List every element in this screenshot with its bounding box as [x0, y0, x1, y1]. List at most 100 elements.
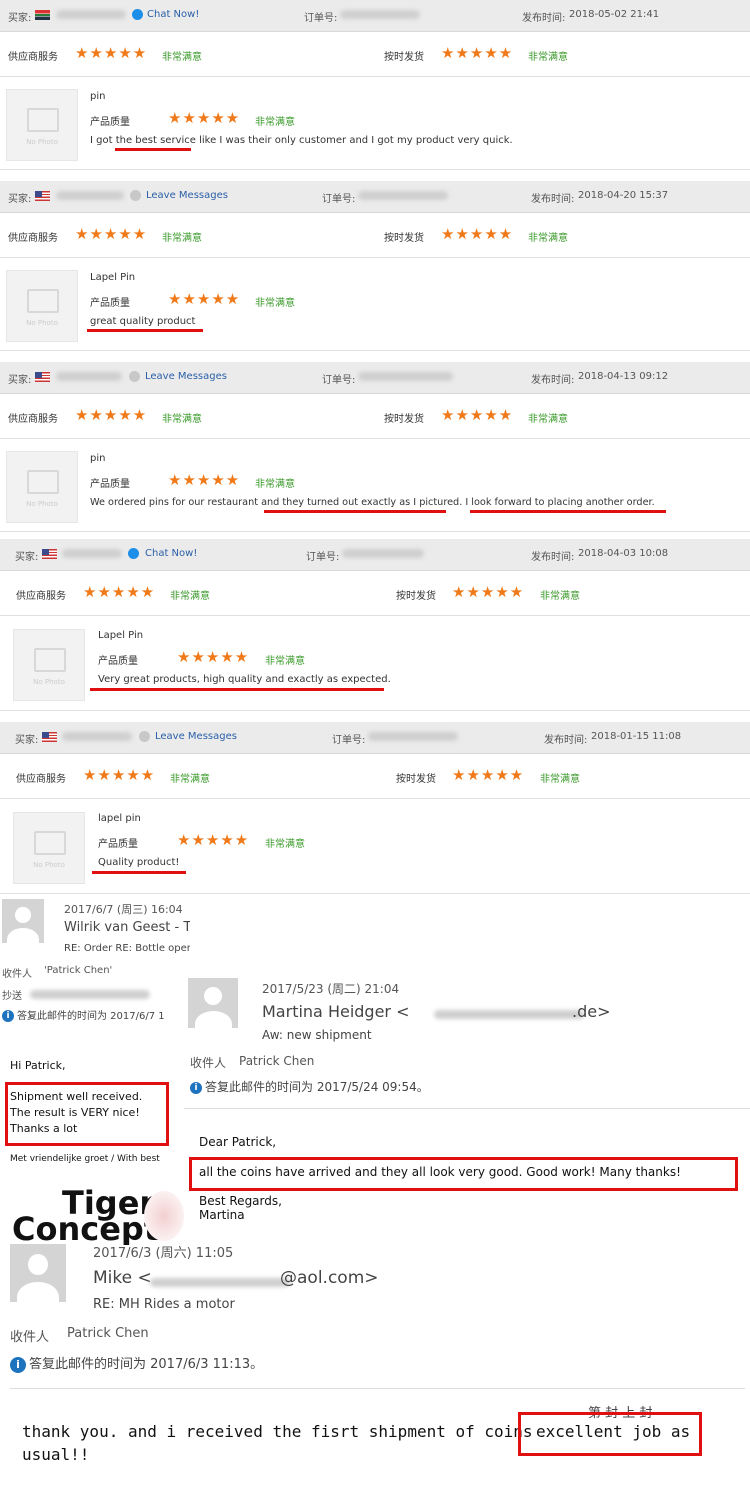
review-card: 买家: Leave Messages 订单号: 发布时间: 2018-04-13… — [0, 362, 750, 532]
reply-info: i 答复此邮件的时间为 2017/5/24 09:54。 — [190, 1078, 429, 1095]
product-row: No Photo pin 产品质量 ★★★★★ 非常满意 I got the b… — [0, 77, 750, 170]
buyer-label: 买家: — [8, 375, 32, 386]
to-recipient: Patrick Chen — [239, 1054, 315, 1068]
email-greeting: Dear Patrick, — [199, 1135, 277, 1149]
review-header: 买家: Chat Now! 订单号: 发布时间: 2018-04-03 10:0… — [0, 539, 750, 571]
email-date: 2017/6/7 (周三) 16:04 — [64, 903, 183, 916]
review-card: 买家: Chat Now! 订单号: 发布时间: 2018-05-02 21:4… — [0, 0, 750, 170]
flag-icon — [35, 10, 50, 20]
star-rating: ★★★★★ — [177, 648, 250, 666]
no-photo-placeholder: No Photo — [13, 812, 85, 884]
product-name[interactable]: Lapel Pin — [90, 272, 135, 283]
star-rating: ★★★★★ — [177, 831, 250, 849]
star-rating: ★★★★★ — [83, 583, 156, 601]
review-date: 2018-01-15 11:08 — [591, 731, 682, 742]
quality-label: 产品质量 — [98, 839, 138, 850]
no-photo-caption: No Photo — [26, 500, 58, 508]
rating-row: 供应商服务 ★★★★★ 非常满意 按时发货 ★★★★★ 非常满意 — [0, 394, 750, 439]
sender-avatar — [2, 899, 44, 943]
date-label: 发布时间: — [531, 375, 575, 386]
highlight-box — [518, 1412, 702, 1456]
reply-info: i 答复此邮件的时间为 2017/6/3 11:13。 — [10, 1353, 263, 1373]
highlight-underline — [87, 329, 203, 332]
review-card: 买家: Chat Now! 订单号: 发布时间: 2018-04-03 10:0… — [0, 539, 750, 711]
highlight-underline — [115, 148, 191, 151]
order-label: 订单号: — [304, 13, 338, 24]
rating-row: 供应商服务 ★★★★★ 非常满意 按时发货 ★★★★★ 非常满意 — [0, 754, 750, 799]
leave-messages-link[interactable]: Leave Messages — [155, 731, 237, 742]
supplier-service-label: 供应商服务 — [8, 52, 58, 63]
email-subject: RE: Order RE: Bottle opener - 2017053500 — [64, 943, 190, 954]
divider — [184, 1108, 750, 1109]
message-icon — [130, 190, 141, 201]
email-sender: Wilrik van Geest - Tiger Concept - < — [64, 920, 190, 935]
review-header: 买家: Chat Now! 订单号: 发布时间: 2018-05-02 21:4… — [0, 0, 750, 32]
review-card: 买家: Leave Messages 订单号: 发布时间: 2018-01-15… — [0, 722, 750, 894]
star-rating: ★★★★★ — [441, 406, 514, 424]
buyer-name-redacted — [56, 191, 124, 200]
to-label: 收件人 — [2, 969, 32, 980]
star-rating: ★★★★★ — [168, 109, 241, 127]
rating-text: 非常满意 — [162, 52, 202, 63]
review-header: 买家: Leave Messages 订单号: 发布时间: 2018-04-13… — [0, 362, 750, 394]
sender-email-redacted — [434, 1010, 584, 1019]
quality-label: 产品质量 — [98, 656, 138, 667]
order-number-redacted — [340, 10, 420, 19]
order-number-redacted — [368, 732, 458, 741]
email-wilrik: 2017/6/7 (周三) 16:04 Wilrik van Geest - T… — [0, 895, 190, 1245]
reply-time: 答复此邮件的时间为 2017/6/7 1 — [17, 1011, 165, 1022]
review-date: 2018-04-13 09:12 — [578, 371, 669, 382]
highlight-underline — [92, 871, 186, 874]
sender-avatar — [10, 1244, 66, 1302]
flag-icon — [35, 191, 50, 201]
leave-messages-link[interactable]: Leave Messages — [146, 190, 228, 201]
flag-icon — [35, 372, 50, 382]
email-signature: Best Regards, — [199, 1194, 282, 1208]
highlight-box — [5, 1082, 169, 1146]
info-icon: i — [2, 1010, 14, 1022]
flag-icon — [42, 549, 57, 559]
chat-icon — [128, 548, 139, 559]
sender-avatar — [188, 978, 238, 1028]
product-row: No Photo lapel pin 产品质量 ★★★★★ 非常满意 Quali… — [0, 799, 750, 894]
to-label: 收件人 — [10, 1330, 50, 1345]
reply-time: 答复此邮件的时间为 2017/6/3 11:13。 — [29, 1357, 264, 1372]
product-row: No Photo Lapel Pin 产品质量 ★★★★★ 非常满意 Very … — [0, 616, 750, 711]
star-rating: ★★★★★ — [168, 290, 241, 308]
product-name[interactable]: pin — [90, 91, 105, 102]
to-label: 收件人 — [190, 1056, 227, 1070]
date-label: 发布时间: — [522, 13, 566, 24]
email-date: 2017/6/3 (周六) 11:05 — [93, 1246, 234, 1261]
order-label: 订单号: — [322, 194, 356, 205]
quality-label: 产品质量 — [90, 117, 130, 128]
rating-text: 非常满意 — [265, 656, 305, 667]
image-placeholder-icon — [34, 831, 66, 855]
date-label: 发布时间: — [531, 194, 575, 205]
product-name[interactable]: lapel pin — [98, 813, 141, 824]
buyer-label: 买家: — [8, 194, 32, 205]
on-time-label: 按时发货 — [396, 774, 436, 785]
rating-text: 非常满意 — [528, 233, 568, 244]
review-header: 买家: Leave Messages 订单号: 发布时间: 2018-01-15… — [0, 722, 750, 754]
chat-now-link[interactable]: Chat Now! — [147, 9, 199, 20]
email-signature: Met vriendelijke groet / With best — [10, 1154, 160, 1164]
no-photo-placeholder: No Photo — [6, 270, 78, 342]
email-sender-domain: @aol.com> — [280, 1268, 379, 1288]
flag-icon — [42, 732, 57, 742]
product-name[interactable]: Lapel Pin — [98, 630, 143, 641]
star-rating: ★★★★★ — [452, 583, 525, 601]
email-martina: 2017/5/23 (周二) 21:04 Martina Heidger < .… — [184, 968, 750, 1238]
info-icon: i — [190, 1081, 202, 1094]
rating-text: 非常满意 — [540, 774, 580, 785]
rating-text: 非常满意 — [255, 479, 295, 490]
chat-now-link[interactable]: Chat Now! — [145, 548, 197, 559]
on-time-label: 按时发货 — [384, 414, 424, 425]
rating-text: 非常满意 — [170, 591, 210, 602]
rating-text: 非常满意 — [170, 774, 210, 785]
to-recipient: 'Patrick Chen' — [44, 965, 113, 976]
leave-messages-link[interactable]: Leave Messages — [145, 371, 227, 382]
order-label: 订单号: — [332, 735, 366, 746]
buyer-name-redacted — [62, 549, 122, 558]
product-name[interactable]: pin — [90, 453, 105, 464]
on-time-label: 按时发货 — [384, 52, 424, 63]
